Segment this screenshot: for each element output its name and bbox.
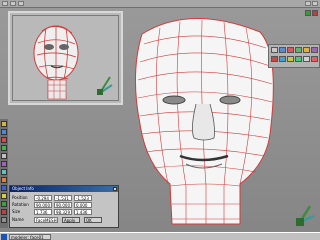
material-icon[interactable] <box>271 56 278 62</box>
right-tool-panel <box>268 44 320 68</box>
stop-icon[interactable] <box>1 209 7 215</box>
close-button[interactable] <box>312 1 318 6</box>
start-button[interactable] <box>1 234 7 240</box>
paint-icon[interactable] <box>287 56 294 62</box>
left-toolbar <box>0 119 8 228</box>
move-icon[interactable] <box>271 47 278 53</box>
size-y-field[interactable]: 98.329 <box>54 209 72 215</box>
name-row: Name FaceMESH Apply OK <box>12 217 116 223</box>
light-icon[interactable] <box>303 47 310 53</box>
minimize-button[interactable] <box>305 1 311 6</box>
link-icon[interactable] <box>1 169 7 175</box>
size-x-field[interactable]: 1.736 <box>34 209 52 215</box>
dialog-title: Object Info <box>10 186 118 192</box>
name-field[interactable]: FaceMESH <box>34 217 58 223</box>
size-label: Size <box>12 209 21 214</box>
dialog-close-icon[interactable] <box>113 187 117 191</box>
ok-button[interactable]: OK <box>84 217 102 223</box>
size-row: Size 1.736 98.329 1.436 <box>12 209 116 215</box>
position-x-field[interactable]: -0.294 <box>34 195 52 201</box>
size-z-field[interactable]: 1.436 <box>74 209 92 215</box>
menu-button[interactable] <box>2 1 8 6</box>
rotate-icon[interactable] <box>279 47 286 53</box>
lathe-icon[interactable] <box>1 121 7 127</box>
position-z-field[interactable]: -1.523 <box>74 195 92 201</box>
axis-gizmo-small[interactable] <box>96 71 116 97</box>
head-mesh[interactable] <box>120 14 290 234</box>
name-label: Name <box>12 217 24 222</box>
extrude-icon[interactable] <box>295 47 302 53</box>
position-row: Position -0.294 -1.531 -1.523 <box>12 195 116 201</box>
scale-icon[interactable] <box>287 47 294 53</box>
morph-icon[interactable] <box>295 56 302 62</box>
align-icon[interactable] <box>1 153 7 159</box>
edit-button[interactable] <box>18 1 24 6</box>
modeling-app-window: Object Info Position -0.294 -1.531 -1.52… <box>0 0 320 240</box>
rotation-z-field[interactable]: 0.000 <box>74 202 92 208</box>
taskbar-app-item[interactable]: modeler: face01 <box>9 234 51 240</box>
keyframe-icon[interactable] <box>1 193 7 199</box>
axis-gizmo-main[interactable] <box>294 198 318 228</box>
boolean-icon[interactable] <box>1 137 7 143</box>
apply-button[interactable]: Apply <box>62 217 80 223</box>
position-label: Position <box>12 195 28 200</box>
deform-icon[interactable] <box>1 145 7 151</box>
delete-icon[interactable] <box>311 56 318 62</box>
select-tool-icon[interactable] <box>305 10 311 16</box>
settings-icon[interactable] <box>1 217 7 223</box>
camera-icon[interactable] <box>311 47 318 53</box>
taskbar: modeler: face01 <box>0 232 320 240</box>
render-tool-icon[interactable] <box>312 10 318 16</box>
rotation-row: Rotation 90.000 90.000 0.000 <box>12 202 116 208</box>
animate-icon[interactable] <box>1 177 7 183</box>
top-right-tools <box>305 10 318 16</box>
rotation-y-field[interactable]: 90.000 <box>54 202 72 208</box>
rotation-label: Rotation <box>12 202 29 207</box>
grid-icon[interactable] <box>303 56 310 62</box>
play-icon[interactable] <box>1 201 7 207</box>
perspective-viewport[interactable] <box>8 11 123 105</box>
group-icon[interactable] <box>1 161 7 167</box>
object-info-dialog[interactable]: Object Info Position -0.294 -1.531 -1.52… <box>9 185 119 228</box>
texture-icon[interactable] <box>279 56 286 62</box>
top-toolbar <box>0 0 320 8</box>
position-y-field[interactable]: -1.531 <box>54 195 72 201</box>
rotation-x-field[interactable]: 90.000 <box>34 202 52 208</box>
sweep-icon[interactable] <box>1 129 7 135</box>
file-button[interactable] <box>10 1 16 6</box>
timeline-icon[interactable] <box>1 185 7 191</box>
